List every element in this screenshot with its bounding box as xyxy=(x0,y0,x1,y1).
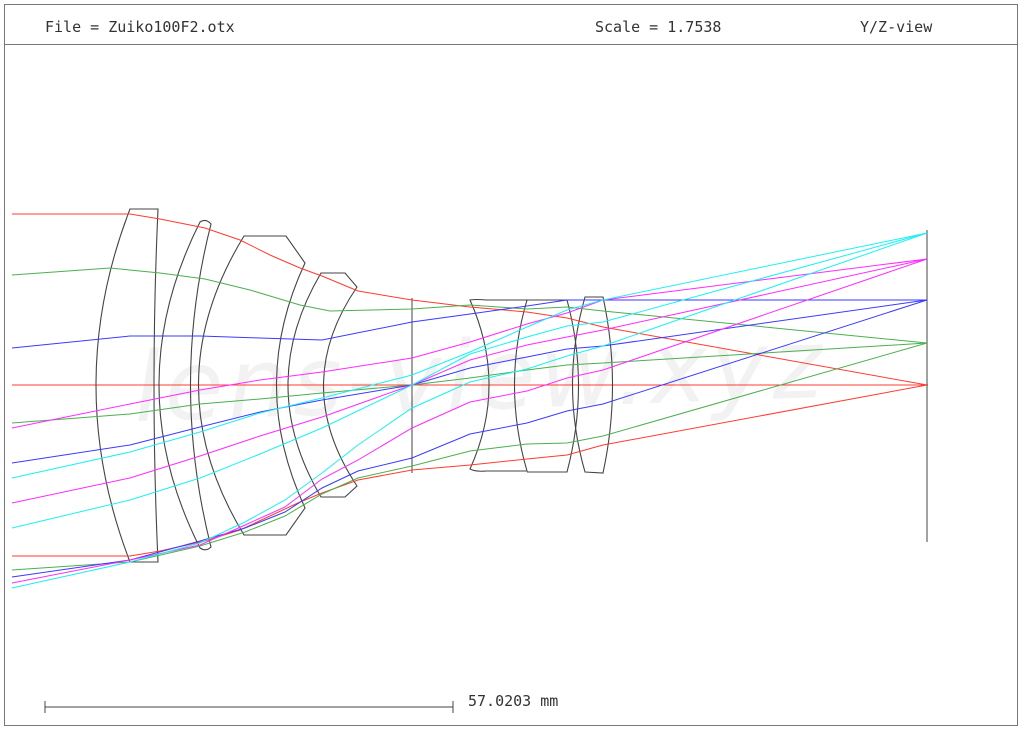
ray-magenta-lower xyxy=(11,258,928,584)
lens-layout-diagram xyxy=(11,208,928,713)
ray-red-lower xyxy=(12,384,928,557)
ray-green-mid xyxy=(11,342,928,424)
ray-cyan-upper xyxy=(11,232,928,479)
ray-cyan-mid xyxy=(11,232,928,529)
ray-green-lower xyxy=(11,342,928,571)
ray-magenta-mid xyxy=(11,258,928,504)
scale-bar-label: 57.0203 mm xyxy=(468,692,559,710)
scale-bar xyxy=(44,701,454,713)
ray-blue-lower xyxy=(11,299,928,578)
ray-blue-mid xyxy=(11,299,928,464)
